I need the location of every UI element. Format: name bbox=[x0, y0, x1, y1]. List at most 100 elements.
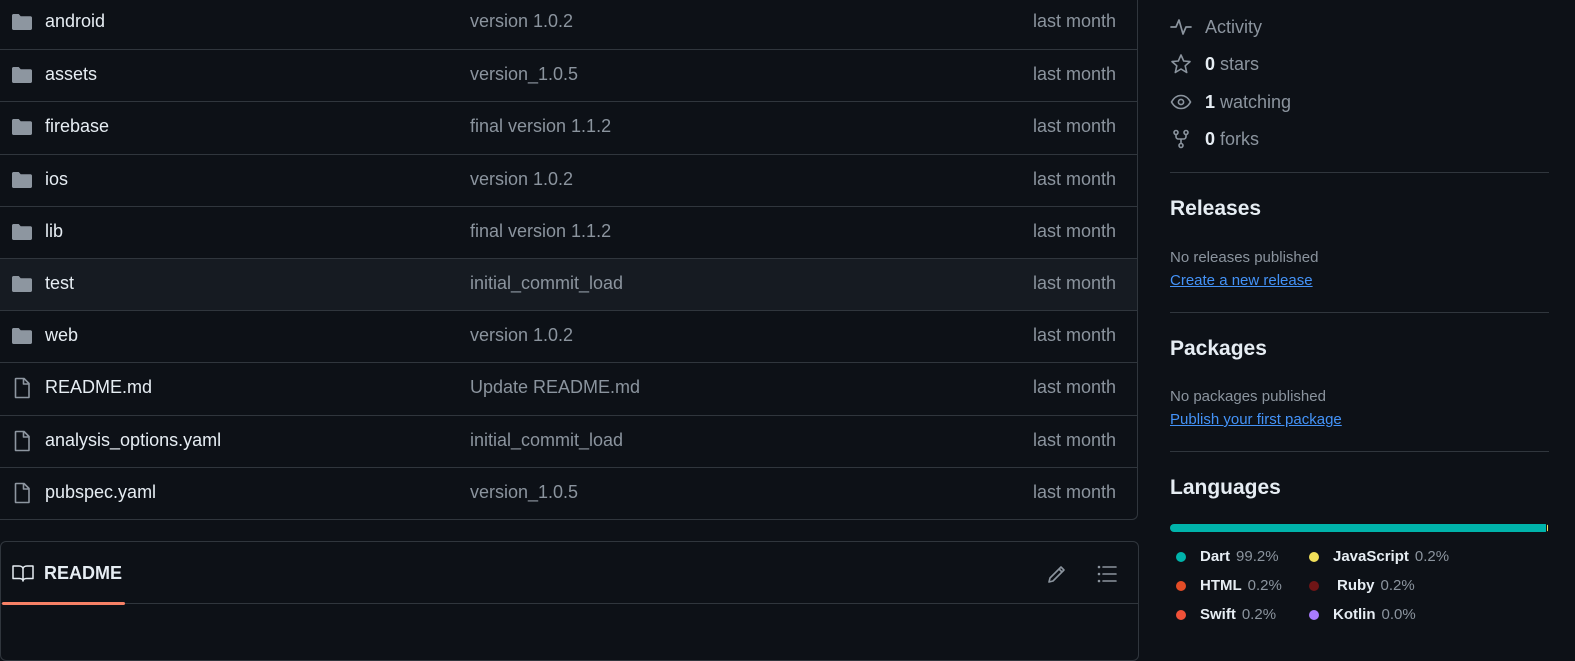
file-icon bbox=[14, 430, 30, 451]
language-color-dot bbox=[1309, 581, 1319, 591]
file-name-link[interactable]: analysis_options.yaml bbox=[45, 430, 221, 451]
language-bar-segment bbox=[1170, 524, 1546, 532]
folder-icon bbox=[12, 328, 32, 345]
no-packages-text: No packages published bbox=[1170, 388, 1326, 405]
language-name: Kotlin bbox=[1333, 606, 1376, 623]
pulse-icon bbox=[1170, 19, 1192, 35]
stars-link[interactable]: 0 stars bbox=[1170, 52, 1290, 76]
commit-message-link[interactable]: Update README.md bbox=[470, 377, 640, 398]
file-row[interactable]: README.md Update README.md last month bbox=[0, 362, 1137, 414]
commit-message-link[interactable]: version 1.0.2 bbox=[470, 11, 573, 32]
file-name-link[interactable]: ios bbox=[45, 169, 68, 190]
file-row[interactable]: analysis_options.yaml initial_commit_load… bbox=[0, 414, 1137, 467]
file-row[interactable]: lib final version 1.1.2 last month bbox=[0, 205, 1137, 258]
file-row[interactable]: android version 1.0.2 last month bbox=[0, 0, 1137, 49]
commit-message-link[interactable]: version 1.0.2 bbox=[470, 169, 573, 190]
language-bar-segment bbox=[1546, 524, 1549, 532]
readme-tab[interactable]: README bbox=[1, 542, 125, 605]
pencil-icon[interactable] bbox=[1045, 562, 1069, 586]
file-row[interactable]: assets version_1.0.5 last month bbox=[0, 49, 1137, 101]
file-row[interactable]: pubspec.yaml version_1.0.5 last month bbox=[0, 466, 1137, 519]
commit-message-link[interactable]: initial_commit_load bbox=[470, 273, 623, 294]
watching-label: watching bbox=[1220, 92, 1292, 112]
commit-message-link[interactable]: final version 1.1.2 bbox=[470, 221, 611, 242]
language-color-dot bbox=[1176, 552, 1186, 562]
file-name-link[interactable]: README.md bbox=[45, 377, 152, 398]
file-name-link[interactable]: assets bbox=[45, 64, 97, 85]
commit-date: last month bbox=[1032, 11, 1116, 31]
folder-icon bbox=[12, 276, 32, 292]
activity-label: Activity bbox=[1205, 17, 1263, 37]
language-percent: 0.2% bbox=[1380, 577, 1415, 594]
commit-message-link[interactable]: version 1.0.2 bbox=[470, 325, 573, 346]
divider bbox=[1170, 451, 1549, 452]
star-icon bbox=[1171, 54, 1191, 74]
create-release-link[interactable]: Create a new release bbox=[1170, 272, 1313, 289]
folder-icon bbox=[12, 223, 32, 240]
fork-icon bbox=[1173, 129, 1189, 149]
file-row[interactable]: web version 1.0.2 last month bbox=[0, 310, 1137, 362]
readme-box: README bbox=[0, 541, 1139, 661]
language-color-dot bbox=[1309, 610, 1319, 620]
watching-link[interactable]: 1 watching bbox=[1170, 90, 1310, 114]
active-tab-underline bbox=[2, 602, 125, 605]
divider bbox=[1170, 172, 1549, 173]
commit-date: last month bbox=[1032, 64, 1116, 85]
commit-message-link[interactable]: version_1.0.5 bbox=[470, 64, 578, 85]
readme-header: README bbox=[1, 542, 1138, 605]
language-name: Ruby bbox=[1337, 577, 1375, 594]
language-name: JavaScript bbox=[1333, 548, 1409, 565]
file-row[interactable]: test initial_commit_load last month bbox=[0, 258, 1137, 310]
file-row[interactable]: firebase final version 1.1.2 last month bbox=[0, 101, 1137, 153]
packages-heading[interactable]: Packages bbox=[1170, 337, 1267, 361]
folder-icon bbox=[12, 119, 32, 136]
file-name-link[interactable]: test bbox=[45, 273, 74, 294]
commit-message-link[interactable]: version_1.0.5 bbox=[470, 482, 578, 503]
eye-icon bbox=[1170, 94, 1192, 110]
stars-count: 0 bbox=[1205, 54, 1216, 74]
file-name-link[interactable]: android bbox=[45, 11, 105, 32]
file-icon bbox=[14, 482, 30, 504]
commit-date: last month bbox=[1032, 325, 1116, 346]
language-name: HTML bbox=[1200, 577, 1242, 594]
folder-icon bbox=[12, 14, 32, 30]
divider bbox=[1170, 312, 1549, 313]
language-color-dot bbox=[1309, 552, 1319, 562]
publish-package-link[interactable]: Publish your first package bbox=[1170, 411, 1342, 428]
language-name: Dart bbox=[1200, 548, 1231, 565]
file-row[interactable]: ios version 1.0.2 last month bbox=[0, 153, 1137, 206]
repo-sidebar: Activity 0 stars 1 watching 0 forks Release… bbox=[1170, 0, 1550, 635]
language-percent: 0.2% bbox=[1414, 548, 1450, 565]
commit-date: last month bbox=[1032, 377, 1116, 398]
languages-bar bbox=[1170, 524, 1549, 532]
file-name-link[interactable]: firebase bbox=[45, 116, 109, 137]
readme-tab-label: README bbox=[44, 563, 123, 583]
commit-date: last month bbox=[1032, 481, 1116, 502]
language-color-dot bbox=[1176, 610, 1186, 620]
language-name: Swift bbox=[1200, 606, 1236, 623]
languages-heading: Languages bbox=[1170, 476, 1281, 499]
commit-message-link[interactable]: final version 1.1.2 bbox=[470, 116, 611, 137]
commit-date: last month bbox=[1032, 168, 1116, 189]
commit-message-link[interactable]: initial_commit_load bbox=[470, 430, 623, 451]
language-percent: 99.2% bbox=[1236, 548, 1279, 565]
file-icon bbox=[14, 378, 30, 399]
watching-count: 1 bbox=[1205, 92, 1216, 112]
language-percent: 0.0% bbox=[1381, 606, 1416, 623]
language-percent: 0.2% bbox=[1247, 577, 1282, 594]
forks-link[interactable]: 0 forks bbox=[1170, 127, 1290, 151]
commit-date: last month bbox=[1032, 220, 1116, 241]
file-name-link[interactable]: web bbox=[45, 325, 78, 346]
commit-date: last month bbox=[1032, 273, 1116, 293]
forks-label: forks bbox=[1220, 129, 1260, 149]
stars-label: stars bbox=[1220, 54, 1260, 74]
language-color-dot bbox=[1176, 581, 1186, 591]
releases-heading[interactable]: Releases bbox=[1170, 197, 1261, 221]
activity-link[interactable]: Activity bbox=[1170, 15, 1290, 39]
file-name-link[interactable]: lib bbox=[45, 221, 63, 242]
folder-icon bbox=[12, 67, 32, 84]
file-name-link[interactable]: pubspec.yaml bbox=[45, 482, 156, 503]
file-table: android version 1.0.2 last month assets vers… bbox=[0, 0, 1138, 520]
folder-icon bbox=[12, 171, 32, 188]
table-of-contents-icon[interactable] bbox=[1095, 562, 1119, 586]
